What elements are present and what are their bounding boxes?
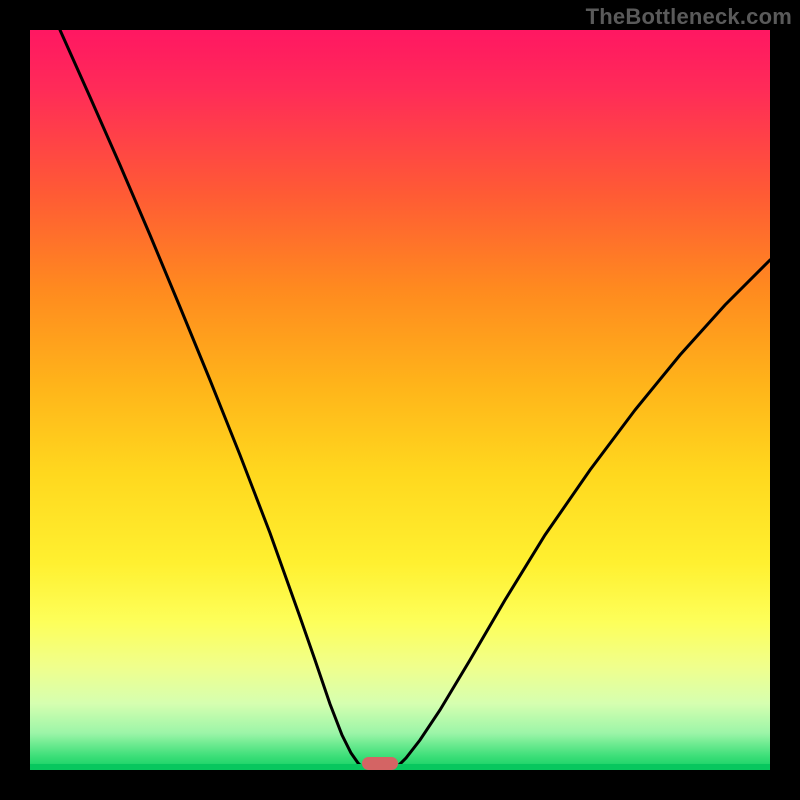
plot-area <box>30 30 770 770</box>
outer-frame: TheBottleneck.com <box>0 0 800 800</box>
curve-svg <box>30 30 770 770</box>
baseline-strip <box>30 764 770 770</box>
curve-left-branch <box>60 30 366 770</box>
watermark-text: TheBottleneck.com <box>586 4 792 30</box>
min-marker <box>362 757 398 770</box>
curve-right-branch <box>392 260 770 770</box>
